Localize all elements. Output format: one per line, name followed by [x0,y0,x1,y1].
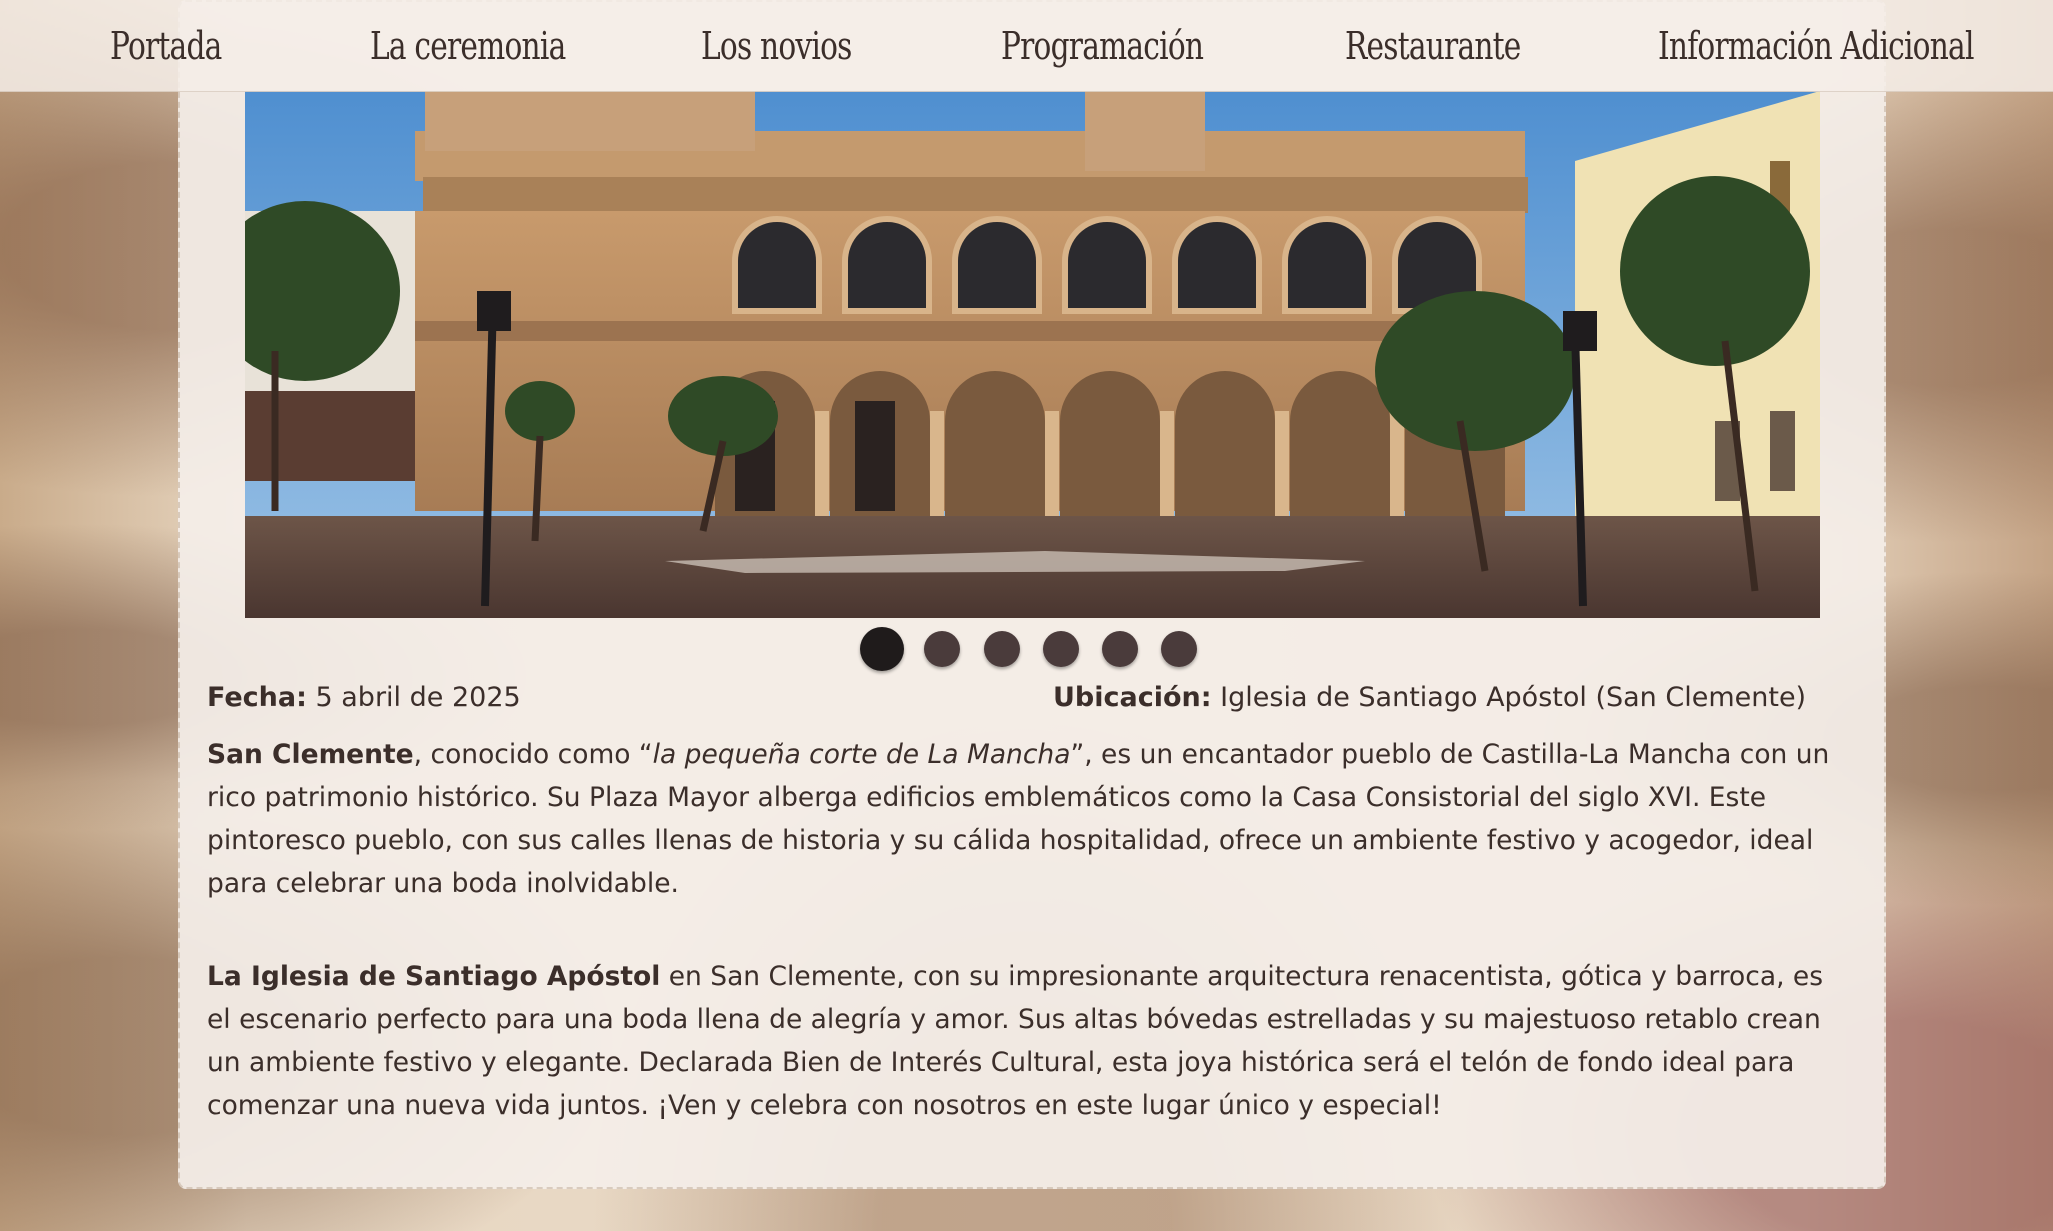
carousel-dot-2[interactable] [924,631,960,667]
carousel-dot-4[interactable] [1043,631,1079,667]
event-location: Ubicación: Iglesia de Santiago Apóstol (… [1053,682,1806,713]
main-nav: Portada La ceremonia Los novios Programa… [0,0,2053,92]
nav-item-la-ceremonia[interactable]: La ceremonia [370,16,566,76]
paragraph1-italic: la pequeña corte de La Mancha [652,739,1071,770]
paragraph2-bold: La Iglesia de Santiago Apóstol [207,961,661,992]
carousel-dot-5[interactable] [1102,631,1138,667]
date-label: Fecha: [207,682,307,713]
date-value: 5 abril de 2025 [315,682,521,713]
location-label: Ubicación: [1053,682,1212,713]
location-value: Iglesia de Santiago Apóstol (San Clement… [1220,682,1807,713]
paragraph-san-clemente: San Clemente, conocido como “la pequeña … [207,733,1847,905]
paragraph1-bold: San Clemente [207,739,414,770]
nav-item-restaurante[interactable]: Restaurante [1345,16,1521,76]
carousel-dot-6[interactable] [1161,631,1197,667]
nav-item-portada[interactable]: Portada [110,16,222,76]
nav-item-los-novios[interactable]: Los novios [701,16,852,76]
paragraph1-text-a: , conocido como “ [413,739,653,770]
town-hall-photo [245,91,1820,618]
paragraph-iglesia: La Iglesia de Santiago Apóstol en San Cl… [207,955,1847,1127]
event-date: Fecha: 5 abril de 2025 [207,682,521,713]
carousel-image[interactable] [245,91,1820,618]
carousel-dot-1[interactable] [860,627,904,671]
nav-item-informacion-adicional[interactable]: Información Adicional [1658,16,1974,76]
carousel-dot-3[interactable] [984,631,1020,667]
nav-item-programacion[interactable]: Programación [1001,16,1204,76]
